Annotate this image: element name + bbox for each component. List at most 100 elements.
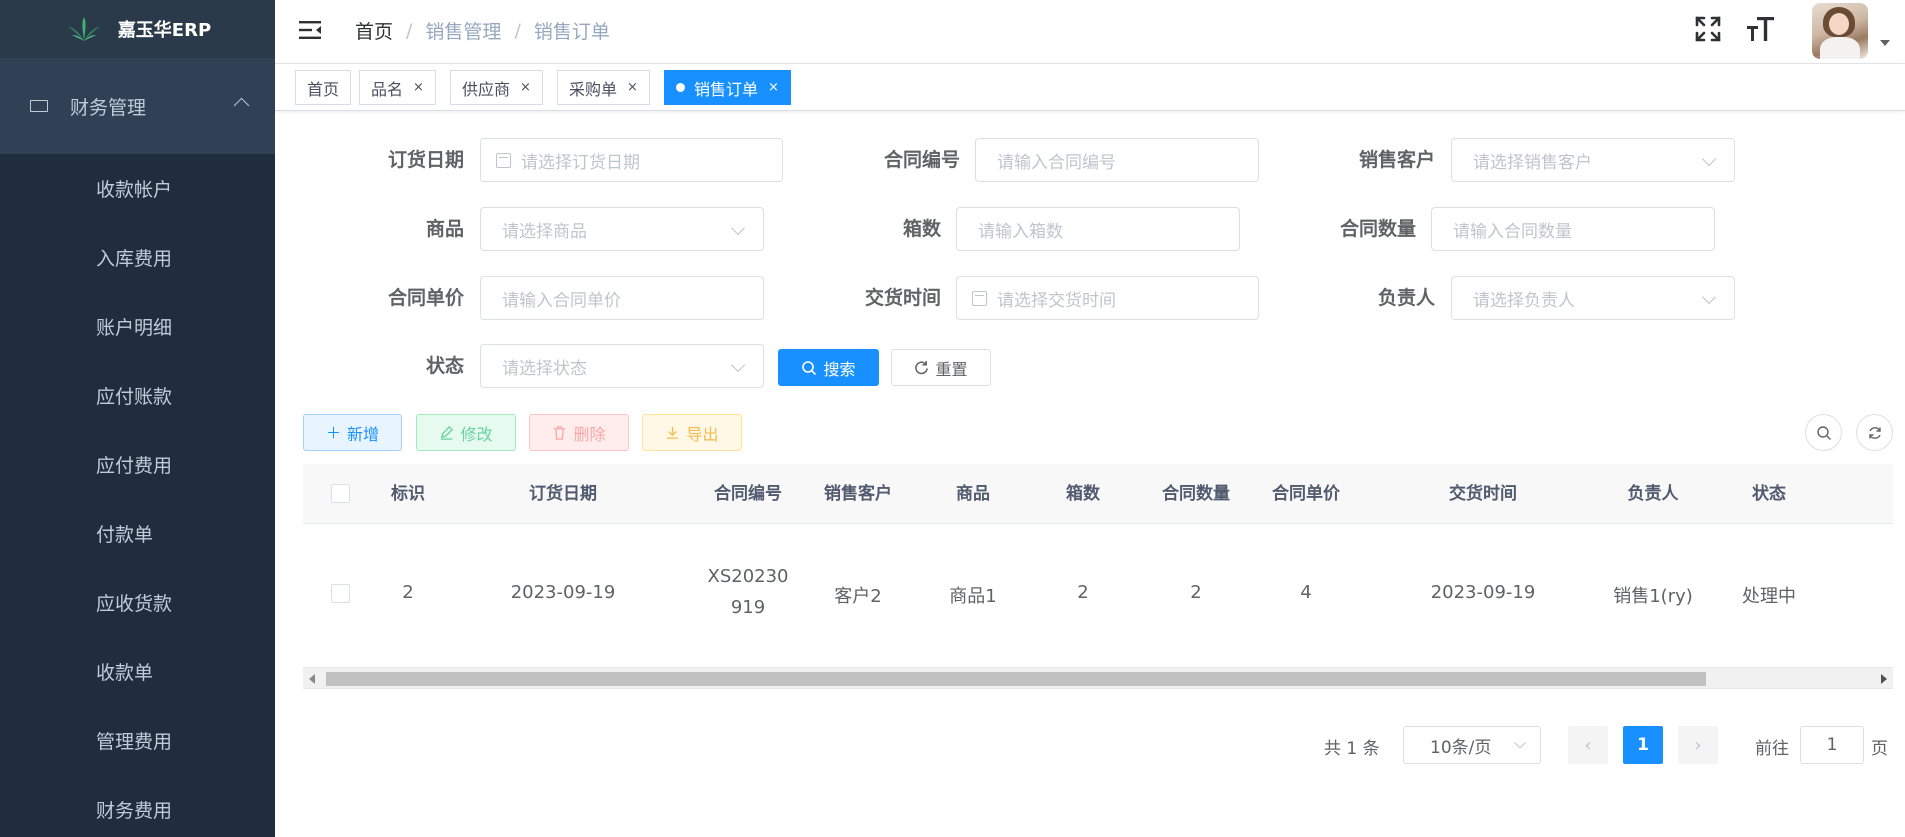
breadcrumb-home[interactable]: 首页 — [355, 17, 393, 44]
tag-supplier[interactable]: 供应商 × — [450, 70, 543, 105]
navbar: 首页 / 销售管理 / 销售订单 — [275, 0, 1905, 64]
column-header[interactable]: 负责人 — [1593, 464, 1713, 524]
tag-label: 供应商 — [462, 79, 511, 99]
close-icon[interactable]: × — [413, 80, 424, 95]
add-button-label: 新增 — [347, 424, 380, 444]
sidebar-item-payable-fees[interactable]: 应付费用 — [0, 430, 275, 499]
tag-label: 采购单 — [569, 79, 618, 99]
chevron-down-icon — [730, 220, 746, 236]
tag-home[interactable]: 首页 — [295, 70, 352, 105]
sidebar-item-admin-expense[interactable]: 管理费用 — [0, 706, 275, 775]
caret-down-icon[interactable] — [1880, 40, 1890, 46]
export-button-label: 导出 — [686, 424, 719, 444]
tag-purchase-order[interactable]: 采购单 × — [557, 70, 650, 105]
table-row[interactable]: 2 2023-09-19 XS20230 919 客户2 商品1 2 2 4 2… — [303, 524, 1893, 664]
cell-owner: 销售1(ry) — [1613, 586, 1693, 607]
scrollbar-thumb[interactable] — [326, 672, 1706, 686]
column-header[interactable]: 合同数量 — [1141, 464, 1251, 524]
edit-icon — [441, 425, 454, 440]
label-product: 商品 — [425, 218, 464, 240]
column-header[interactable]: 合同单价 — [1251, 464, 1361, 524]
column-header[interactable]: 交货时间 — [1383, 464, 1583, 524]
cell-contract-qty: 2 — [1190, 582, 1202, 603]
calendar-icon — [972, 290, 987, 306]
sidebar-item-payables[interactable]: 应付账款 — [0, 361, 275, 430]
status-select[interactable]: 请选择状态 — [480, 344, 764, 388]
column-header[interactable]: 状态 — [1719, 464, 1819, 524]
delivery-time-placeholder: 请选择交货时间 — [997, 290, 1116, 311]
close-icon[interactable]: × — [768, 80, 779, 95]
sidebar-item-receivables[interactable]: 应收货款 — [0, 568, 275, 637]
row-checkbox[interactable] — [331, 584, 350, 603]
chevron-down-icon — [1701, 151, 1717, 167]
font-size-icon[interactable] — [1745, 14, 1775, 44]
owner-select[interactable]: 请选择负责人 — [1451, 276, 1735, 320]
column-header[interactable]: 标识 — [363, 464, 453, 524]
page-size-select[interactable]: 10条/页 — [1403, 726, 1541, 764]
contract-qty-placeholder: 请输入合同数量 — [1453, 221, 1572, 242]
label-status: 状态 — [425, 355, 464, 377]
pagination-total: 共 1 条 — [1324, 739, 1380, 759]
contract-qty-input[interactable]: 请输入合同数量 — [1431, 207, 1715, 251]
add-button[interactable]: ＋ 新增 — [303, 414, 402, 451]
fullscreen-icon[interactable] — [1693, 14, 1723, 44]
refresh-table-button[interactable] — [1856, 414, 1893, 451]
tag-sales-order[interactable]: 销售订单 × — [664, 70, 791, 105]
scroll-left-icon[interactable] — [309, 674, 315, 684]
close-icon[interactable]: × — [627, 80, 638, 95]
chevron-down-icon — [1701, 289, 1717, 305]
column-header[interactable]: 销售客户 — [808, 464, 908, 524]
reset-button[interactable]: 重置 — [891, 349, 991, 386]
tag-product-name[interactable]: 品名 × — [359, 70, 436, 105]
cell-status: 处理中 — [1742, 586, 1796, 607]
next-page-button[interactable]: › — [1678, 726, 1718, 764]
close-icon[interactable]: × — [520, 80, 531, 95]
unit-price-input[interactable]: 请输入合同单价 — [480, 276, 764, 320]
avatar[interactable] — [1812, 3, 1868, 59]
avatar-body — [1820, 37, 1860, 59]
sidebar-item-finance-expense[interactable]: 财务费用 — [0, 775, 275, 837]
breadcrumb-separator: / — [406, 19, 413, 42]
order-date-picker[interactable]: 请选择订货日期 — [480, 138, 783, 182]
sidebar-item-receipt-order[interactable]: 收款单 — [0, 637, 275, 706]
sidebar-item-receipt-account[interactable]: 收款帐户 — [0, 154, 275, 223]
sidebar-item-account-detail[interactable]: 账户明细 — [0, 292, 275, 361]
contract-no-input[interactable]: 请输入合同编号 — [975, 138, 1259, 182]
goto-page-input[interactable]: 1 — [1800, 726, 1864, 764]
sidebar-item-payment-order[interactable]: 付款单 — [0, 499, 275, 568]
label-contract-qty: 合同数量 — [1339, 218, 1416, 240]
column-header[interactable]: 订货日期 — [463, 464, 663, 524]
customer-select[interactable]: 请选择销售客户 — [1451, 138, 1735, 182]
prev-page-button[interactable]: ‹ — [1568, 726, 1608, 764]
product-select[interactable]: 请选择商品 — [480, 207, 764, 251]
header-actions — [1693, 14, 1775, 44]
table-header: 标识 订货日期 合同编号 销售客户 商品 箱数 合同数量 合同单价 交货时间 负… — [303, 464, 1893, 524]
order-date-placeholder: 请选择订货日期 — [521, 152, 640, 173]
table-horizontal-scrollbar[interactable] — [303, 667, 1893, 689]
delete-button[interactable]: 删除 — [529, 414, 629, 451]
export-button[interactable]: 导出 — [642, 414, 742, 451]
boxes-placeholder: 请输入箱数 — [978, 221, 1063, 242]
cell-order-date: 2023-09-19 — [510, 582, 616, 603]
scroll-right-icon[interactable] — [1881, 674, 1887, 684]
active-dot-icon — [676, 83, 685, 92]
label-owner: 负责人 — [1377, 287, 1435, 309]
tag-label: 品名 — [371, 79, 404, 99]
sidebar-group-finance[interactable]: 财务管理 — [0, 58, 275, 154]
breadcrumb-sales: 销售管理 — [425, 21, 502, 43]
column-header[interactable]: 箱数 — [1033, 464, 1133, 524]
sidebar-item-inbound-fee[interactable]: 入库费用 — [0, 223, 275, 292]
logo: 嘉玉华ERP — [0, 0, 275, 58]
label-unit-price: 合同单价 — [387, 287, 464, 309]
toggle-search-button[interactable] — [1805, 414, 1842, 451]
hamburger-icon[interactable] — [299, 19, 323, 41]
column-header[interactable]: 合同编号 — [703, 464, 793, 524]
select-all-checkbox[interactable] — [331, 484, 350, 503]
page-number-current[interactable]: 1 — [1623, 726, 1663, 764]
delivery-time-picker[interactable]: 请选择交货时间 — [956, 276, 1259, 320]
column-header[interactable]: 商品 — [923, 464, 1023, 524]
boxes-input[interactable]: 请输入箱数 — [956, 207, 1240, 251]
edit-button[interactable]: 修改 — [416, 414, 516, 451]
search-button[interactable]: 搜索 — [778, 349, 879, 386]
app-brand: 嘉玉华ERP — [117, 20, 212, 41]
